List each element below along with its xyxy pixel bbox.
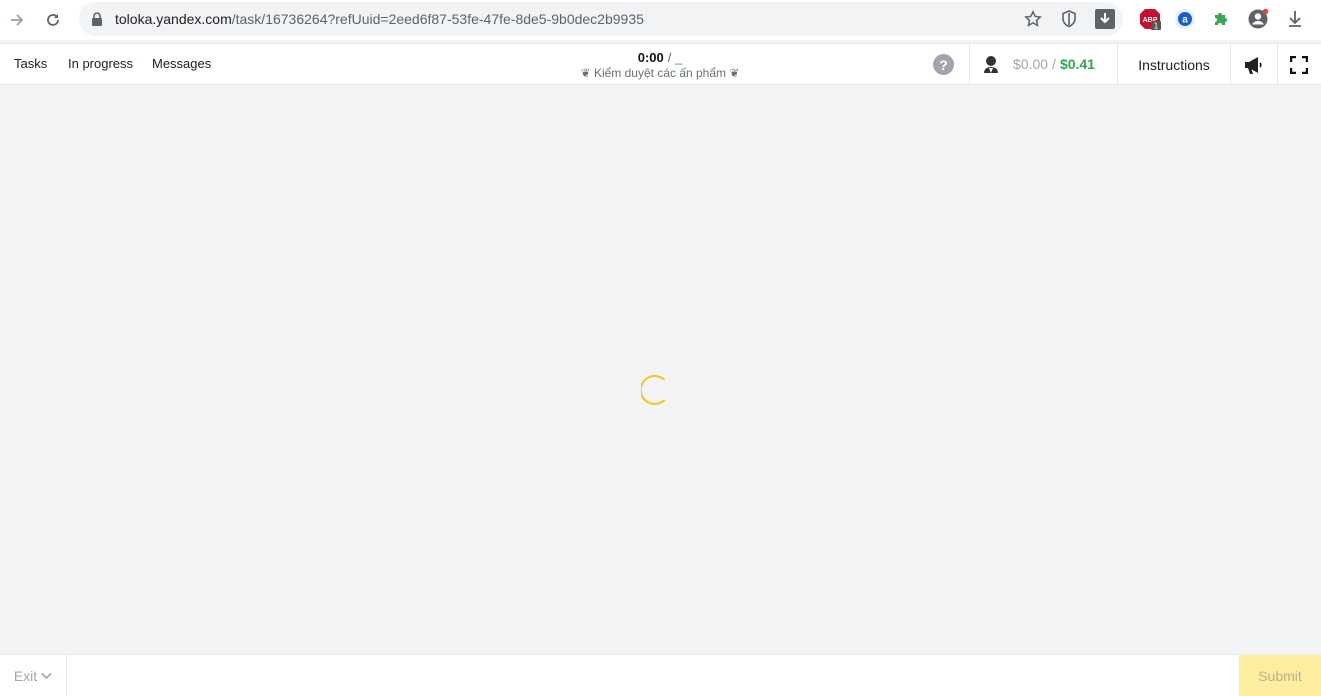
star-icon[interactable] [1023,9,1043,29]
help-icon[interactable]: ? [933,54,954,75]
divider [969,44,970,85]
timer-separator: / [667,50,672,65]
submit-button[interactable]: Submit [1239,655,1321,696]
exit-button[interactable]: Exit [0,655,67,696]
lock-icon [92,12,102,26]
forward-icon[interactable] [5,8,29,32]
divider [1277,44,1278,85]
timer-value: 0:00 [637,50,664,65]
browser-toolbar: toloka.yandex.com/task/16736264?refUuid=… [0,0,1321,40]
nav-messages[interactable]: Messages [152,56,211,71]
puzzle-icon[interactable] [1210,8,1232,30]
earnings-total: $0.41 [1059,56,1095,72]
profile-icon[interactable] [1247,8,1269,30]
address-bar[interactable]: toloka.yandex.com/task/16736264?refUuid=… [79,2,1123,36]
earnings-separator: / [1052,56,1056,72]
shield-icon[interactable] [1059,9,1079,29]
earnings-current: $0.00 [1013,56,1049,72]
instructions-button[interactable]: Instructions [1118,44,1230,85]
loading-spinner [641,375,665,405]
timer-limit: _ [675,50,683,65]
task-footer: Exit Submit [0,654,1321,696]
nav-in-progress[interactable]: In progress [68,56,133,71]
chevron-down-icon [41,672,52,680]
url-text: toloka.yandex.com/task/16736264?refUuid=… [115,11,644,27]
divider [1230,44,1231,85]
user-earnings-icon [984,56,998,73]
earnings: $0.00/$0.41 [1013,56,1095,72]
download-box-icon[interactable] [1095,9,1115,29]
project-title: ❦ Kiểm duyệt các ấn phẩm ❦ [580,66,740,80]
megaphone-icon[interactable] [1243,54,1265,76]
app-header: Tasks In progress Messages 0:00/ _ ❦ Kiể… [0,43,1321,85]
reload-icon[interactable] [41,8,65,32]
svg-text:a: a [1182,15,1188,26]
nav-tasks[interactable]: Tasks [14,56,47,71]
adblock-icon[interactable]: ABP 1 [1139,8,1161,30]
task-timer: 0:00/ _ [560,50,760,65]
ext-a-icon[interactable]: a [1174,8,1196,30]
fullscreen-icon[interactable] [1290,56,1308,74]
exit-label: Exit [13,668,38,684]
adblock-badge: 1 [1154,22,1159,31]
download-icon[interactable] [1284,8,1306,30]
